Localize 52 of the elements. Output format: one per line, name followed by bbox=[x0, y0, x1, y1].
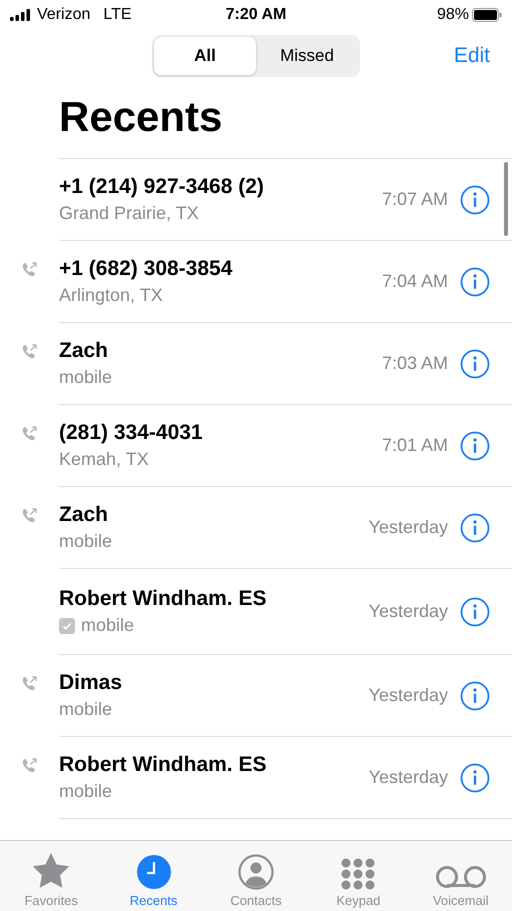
call-detail: mobile bbox=[59, 781, 112, 802]
edit-button[interactable]: Edit bbox=[454, 44, 490, 68]
call-detail: mobile bbox=[59, 699, 112, 720]
caller-name: Robert Windham. ES bbox=[59, 587, 268, 611]
person-icon bbox=[238, 854, 274, 890]
caller-name: Zach bbox=[59, 503, 110, 527]
page-title: Recents bbox=[59, 92, 224, 142]
call-detail: Arlington, TX bbox=[59, 285, 163, 306]
battery-icon bbox=[472, 8, 502, 22]
call-time: 7:01 AM bbox=[382, 435, 448, 456]
call-time: Yesterday bbox=[368, 767, 448, 788]
tab-bar-item[interactable]: Keypad bbox=[313, 858, 404, 908]
call-time: 7:04 AM bbox=[382, 271, 448, 292]
signal-icon bbox=[10, 9, 32, 21]
caller-name: +1 (682) 308-3854 bbox=[59, 257, 234, 281]
caller-name: +1 (214) 927-3468 (2) bbox=[59, 175, 265, 199]
caller-name: Dimas bbox=[59, 671, 124, 695]
info-icon[interactable] bbox=[460, 348, 490, 378]
voicemail-icon bbox=[434, 864, 487, 890]
call-time: Yesterday bbox=[368, 601, 448, 622]
clock-time: 7:20 AM bbox=[226, 6, 286, 24]
tab-bar-item[interactable]: Favorites bbox=[6, 852, 96, 908]
call-time: 7:07 AM bbox=[382, 189, 448, 210]
call-detail: mobile bbox=[81, 615, 134, 636]
call-detail: mobile bbox=[59, 367, 112, 388]
network-type: LTE bbox=[103, 6, 132, 24]
info-icon[interactable] bbox=[460, 596, 490, 626]
clock-icon bbox=[136, 854, 172, 890]
tab-bar-item[interactable]: Voicemail bbox=[416, 864, 506, 908]
info-icon[interactable] bbox=[460, 680, 490, 710]
info-icon[interactable] bbox=[460, 430, 490, 460]
tab-bar-item[interactable]: Recents bbox=[108, 854, 199, 908]
star-icon bbox=[31, 852, 72, 890]
carrier-name: Verizon bbox=[37, 6, 90, 24]
caller-name: (281) 334-4031 bbox=[59, 421, 204, 445]
call-detail: Grand Prairie, TX bbox=[59, 203, 199, 224]
info-icon[interactable] bbox=[460, 762, 490, 792]
info-icon[interactable] bbox=[460, 512, 490, 542]
call-time: 7:03 AM bbox=[382, 353, 448, 374]
keypad-icon bbox=[340, 858, 376, 890]
caller-name: Robert Windham. ES bbox=[59, 753, 268, 777]
call-time: Yesterday bbox=[368, 517, 448, 538]
filter-tab[interactable]: All bbox=[154, 37, 256, 75]
tab-bar-item[interactable]: Contacts bbox=[210, 854, 301, 908]
call-time: Yesterday bbox=[368, 685, 448, 706]
caller-name: Zach bbox=[59, 339, 110, 363]
filter-tab[interactable]: Missed bbox=[256, 37, 358, 75]
info-icon[interactable] bbox=[460, 266, 490, 296]
call-detail: Kemah, TX bbox=[59, 449, 149, 470]
battery-percent: 98% bbox=[436, 6, 469, 24]
info-icon[interactable] bbox=[460, 184, 490, 214]
call-detail: mobile bbox=[59, 531, 112, 552]
